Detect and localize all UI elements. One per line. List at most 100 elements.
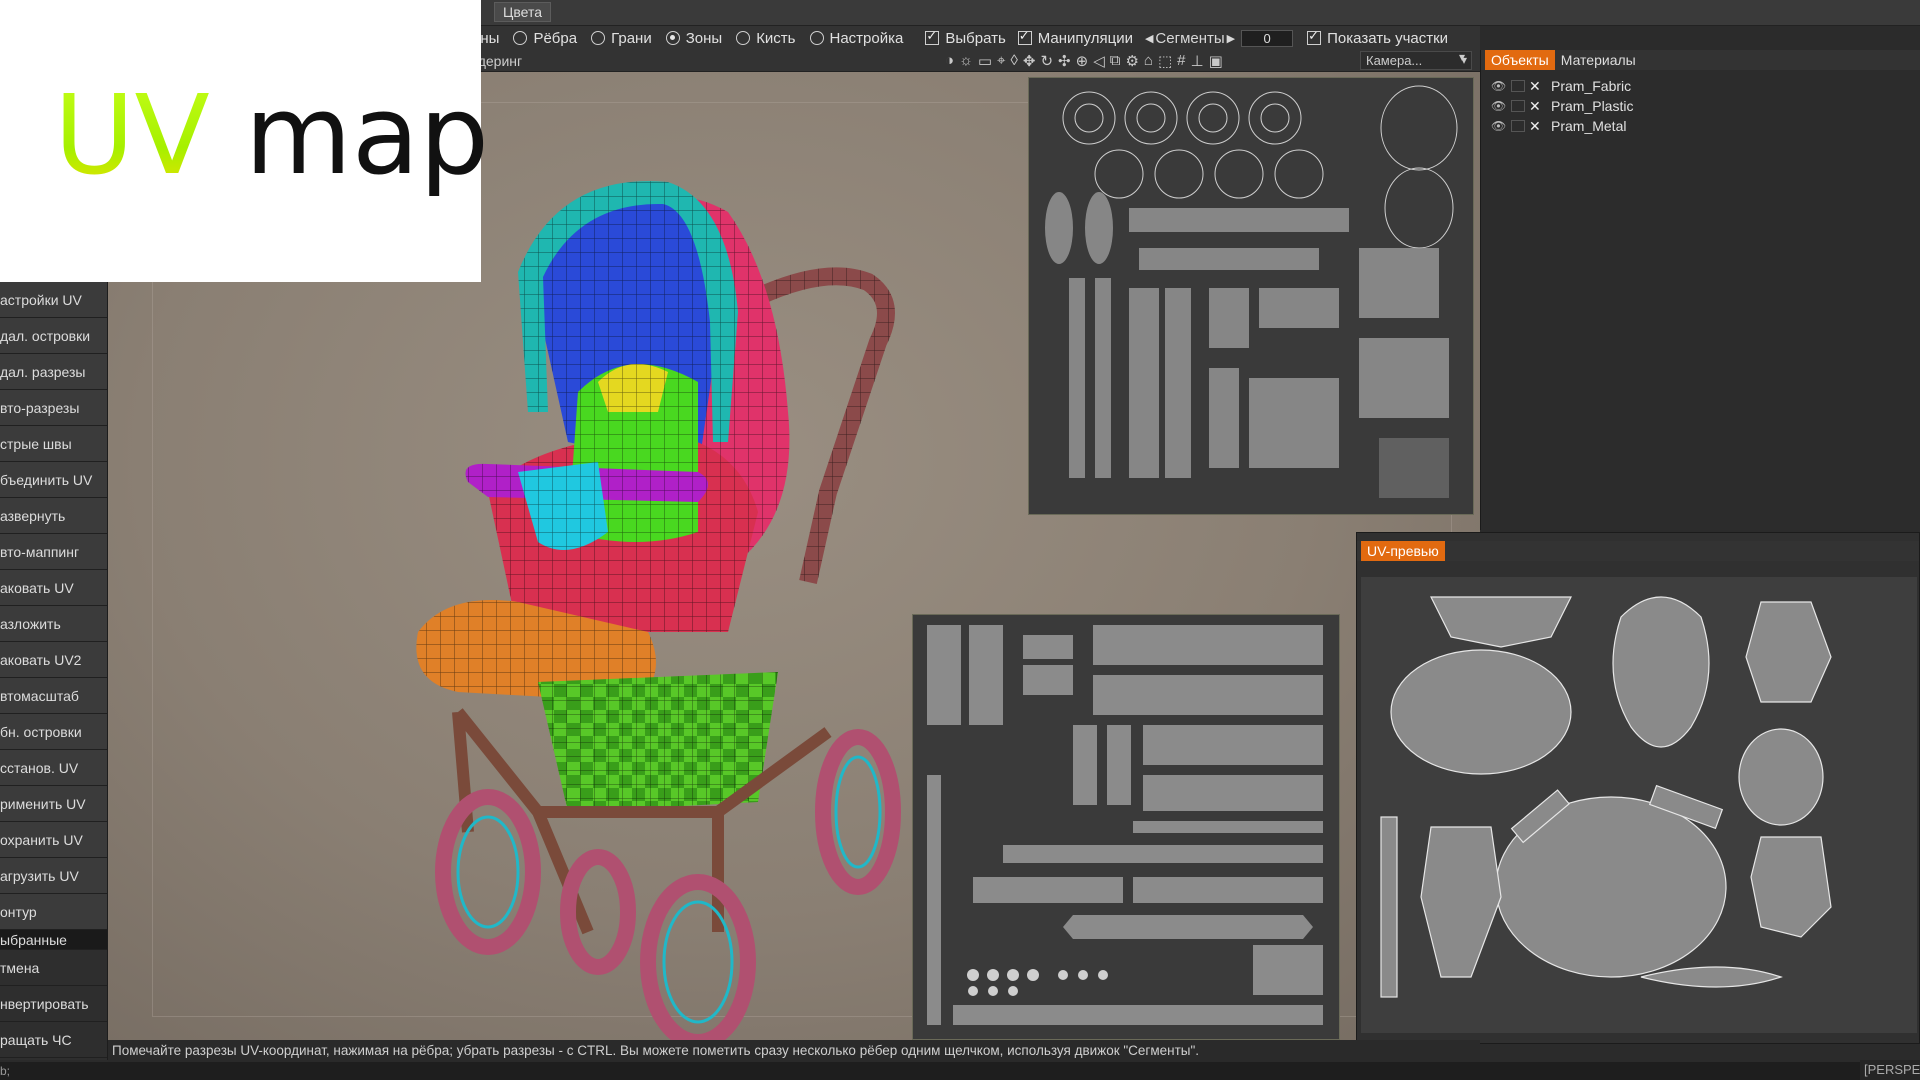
- uv-tool-button[interactable]: стрые швы: [0, 426, 107, 462]
- show-areas-checkbox[interactable]: Показать участки: [1307, 28, 1448, 47]
- fabric-uv-islands-graphic: [1380, 596, 1832, 998]
- object-row-metal[interactable]: 👁 ✕ Pram_Metal: [1481, 116, 1920, 136]
- colors-tab[interactable]: Цвета: [494, 2, 551, 22]
- segments-input[interactable]: 0: [1241, 29, 1294, 47]
- mode-radio-zones[interactable]: Зоны: [665, 29, 723, 47]
- brush-label: Кисть: [756, 29, 796, 47]
- visibility-eye-icon[interactable]: 👁: [1491, 119, 1507, 133]
- object-name: Pram_Metal: [1551, 118, 1627, 134]
- drop-icon[interactable]: ◊: [1010, 52, 1017, 70]
- uv-preview-canvas[interactable]: [1361, 577, 1917, 1033]
- radio-dot: [809, 31, 824, 45]
- uv-tool-button[interactable]: нвертировать: [0, 986, 107, 1022]
- uv-tool-button[interactable]: агрузить UV: [0, 858, 107, 894]
- manipulators-label: Манипуляции: [1037, 29, 1133, 47]
- uv-tool-button[interactable]: охранить UV: [0, 822, 107, 858]
- radio-dot-selected: [665, 31, 680, 45]
- manipulators-checkbox[interactable]: Манипуляции: [1017, 28, 1133, 47]
- mode-radio-edges[interactable]: Рёбра: [513, 30, 577, 47]
- rotate-icon[interactable]: ↻: [1040, 52, 1053, 70]
- selected-mode-label[interactable]: ыбранные: [0, 930, 107, 950]
- gear-icon[interactable]: ⚙: [1125, 52, 1138, 70]
- objects-panel: Объекты Материалы ▾ 👁 ✕ Pram_Fabric 👁 ✕ …: [1459, 50, 1920, 530]
- visibility-eye-icon[interactable]: 👁: [1491, 99, 1507, 113]
- uv-tool-button[interactable]: вто-маппинг: [0, 534, 107, 570]
- uv-preview-panel: UV-превью: [1356, 532, 1920, 1044]
- uv-tool-button[interactable]: аковать UV2: [0, 642, 107, 678]
- visibility-eye-icon[interactable]: 👁: [1491, 79, 1507, 93]
- screenshot-icon[interactable]: ▣: [1209, 52, 1223, 70]
- pan-icon[interactable]: ✥: [1023, 52, 1036, 70]
- frame-icon[interactable]: ▭: [978, 52, 992, 70]
- uv-tools-panel: астройки UV дал. островки дал. разрезы в…: [0, 282, 108, 1060]
- uv-tool-button[interactable]: астройки UV: [0, 282, 107, 318]
- camera-dropdown[interactable]: Камера...: [1360, 51, 1472, 70]
- cube-icon[interactable]: ⬚: [1158, 52, 1172, 70]
- back-icon[interactable]: ◁: [1093, 52, 1105, 70]
- uv-tool-button[interactable]: бн. островки: [0, 714, 107, 750]
- tab-materials[interactable]: Материалы: [1555, 50, 1642, 70]
- tab-objects[interactable]: Объекты: [1485, 50, 1555, 70]
- panel-dropdown-arrow-icon[interactable]: ▾: [1459, 50, 1465, 64]
- home-icon[interactable]: ⌂: [1144, 52, 1153, 70]
- object-row-fabric[interactable]: 👁 ✕ Pram_Fabric: [1481, 76, 1920, 96]
- edges-label: Рёбра: [533, 29, 578, 47]
- object-row-plastic[interactable]: 👁 ✕ Pram_Plastic: [1481, 96, 1920, 116]
- move-icon[interactable]: ✣: [1058, 52, 1071, 70]
- viewport-mode-label: [PERSPE: [1860, 1060, 1920, 1080]
- uv-tool-button[interactable]: дал. островки: [0, 318, 107, 354]
- radio-dot: [736, 31, 751, 45]
- faces-label: Грани: [611, 29, 652, 47]
- segments-right-arrow-icon[interactable]: ▶: [1227, 32, 1235, 45]
- lock-icon[interactable]: [1511, 80, 1525, 92]
- uv-tool-button[interactable]: азложить: [0, 606, 107, 642]
- uv-tool-button[interactable]: онтур: [0, 894, 107, 930]
- lock-icon[interactable]: [1511, 100, 1525, 112]
- logo-map-text: map: [244, 71, 490, 199]
- uv-layout-metal[interactable]: [912, 614, 1340, 1040]
- object-name: Pram_Plastic: [1551, 98, 1634, 114]
- uv-tool-button[interactable]: вто-разрезы: [0, 390, 107, 426]
- bottom-left-text: b;: [0, 1064, 11, 1078]
- mode-radio-brush[interactable]: Кисть: [736, 29, 796, 47]
- select-checkbox[interactable]: Выбрать: [925, 28, 1006, 47]
- objects-tabs: Объекты Материалы ▾: [1459, 50, 1920, 70]
- lock-icon[interactable]: [1511, 120, 1525, 132]
- checkbox-box: [925, 28, 940, 45]
- mode-radio-faces[interactable]: Грани: [591, 30, 652, 47]
- grid-icon[interactable]: #: [1177, 52, 1185, 70]
- uv-islands-graphic: [1045, 85, 1458, 498]
- uv-tool-button[interactable]: бъединить UV: [0, 462, 107, 498]
- delete-x-icon[interactable]: ✕: [1529, 98, 1543, 115]
- delete-x-icon[interactable]: ✕: [1529, 78, 1543, 95]
- axis-icon[interactable]: ⊥: [1191, 52, 1204, 70]
- delete-x-icon[interactable]: ✕: [1529, 118, 1543, 135]
- uv-tool-button[interactable]: сстанов. UV: [0, 750, 107, 786]
- segments-label: Сегменты: [1155, 29, 1225, 47]
- status-hint: Помечайте разрезы UV-координат, нажимая …: [108, 1040, 1480, 1062]
- uv-tool-button[interactable]: рименить UV: [0, 786, 107, 822]
- settings-label: Настройка: [829, 29, 904, 47]
- logo-text: UV map: [54, 70, 489, 200]
- checkbox-box: [1017, 28, 1032, 45]
- uv-tool-button[interactable]: ращать ЧС: [0, 1022, 107, 1058]
- uv-tool-button[interactable]: азвернуть: [0, 498, 107, 534]
- uv-layout-plastic[interactable]: [1028, 77, 1474, 515]
- uv-tool-button[interactable]: втомасштаб: [0, 678, 107, 714]
- fit-icon[interactable]: ⌖: [997, 52, 1005, 70]
- tab-uv-preview[interactable]: UV-превью: [1361, 541, 1445, 561]
- segments-left-arrow-icon[interactable]: ◀: [1145, 32, 1153, 45]
- uv-tool-button[interactable]: тмена: [0, 950, 107, 986]
- zoom-icon[interactable]: ⊕: [1076, 52, 1089, 70]
- select-label: Выбрать: [945, 29, 1006, 47]
- shading-icon[interactable]: ◑: [945, 52, 954, 70]
- zoom-region-icon[interactable]: ⧉: [1110, 52, 1121, 70]
- uv-islands-graphic: [927, 625, 1323, 1025]
- mode-radio-settings[interactable]: Настройка: [809, 29, 904, 47]
- zones-label: Зоны: [685, 29, 723, 47]
- uv-tool-button[interactable]: аковать UV: [0, 570, 107, 606]
- logo-uv-text: UV: [54, 71, 210, 199]
- uv-tool-button[interactable]: дал. разрезы: [0, 354, 107, 390]
- bottom-strip: b;: [0, 1062, 1860, 1080]
- light-icon[interactable]: ☼: [959, 52, 973, 70]
